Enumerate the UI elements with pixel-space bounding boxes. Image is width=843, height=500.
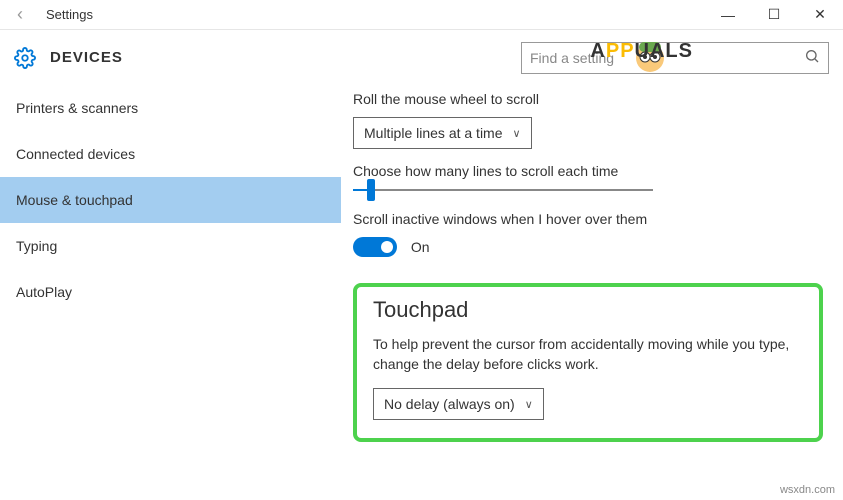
inactive-label: Scroll inactive windows when I hover ove… <box>353 211 823 227</box>
close-button[interactable]: ✕ <box>797 0 843 30</box>
gear-icon <box>14 47 36 69</box>
lines-slider[interactable] <box>353 189 653 191</box>
chevron-down-icon: ∨ <box>513 127 521 140</box>
scroll-dropdown-value: Multiple lines at a time <box>364 125 503 141</box>
back-button[interactable]: ‹ <box>0 4 40 25</box>
touchpad-heading: Touchpad <box>373 297 803 323</box>
minimize-button[interactable]: — <box>705 0 751 30</box>
touchpad-description: To help prevent the cursor from accident… <box>373 335 803 374</box>
header: DEVICES Find a setting <box>0 30 843 85</box>
slider-thumb[interactable] <box>367 179 375 201</box>
touchpad-delay-value: No delay (always on) <box>384 396 515 412</box>
sidebar-item-autoplay[interactable]: AutoPlay <box>0 269 341 315</box>
window-title: Settings <box>40 7 705 22</box>
sidebar: Printers & scanners Connected devices Mo… <box>0 85 341 500</box>
page-title: DEVICES <box>50 49 521 66</box>
chevron-down-icon: ∨ <box>525 398 533 411</box>
attribution: wsxdn.com <box>780 484 835 496</box>
scroll-dropdown[interactable]: Multiple lines at a time ∨ <box>353 117 532 149</box>
toggle-state: On <box>411 239 430 255</box>
sidebar-item-typing[interactable]: Typing <box>0 223 341 269</box>
lines-label: Choose how many lines to scroll each tim… <box>353 163 823 179</box>
sidebar-item-printers[interactable]: Printers & scanners <box>0 85 341 131</box>
scroll-label: Roll the mouse wheel to scroll <box>353 91 823 107</box>
content: Roll the mouse wheel to scroll Multiple … <box>341 85 843 500</box>
titlebar: ‹ Settings — ☐ ✕ <box>0 0 843 30</box>
search-icon <box>804 48 820 67</box>
sidebar-item-connected[interactable]: Connected devices <box>0 131 341 177</box>
watermark: APPUALS <box>590 40 693 63</box>
maximize-button[interactable]: ☐ <box>751 0 797 30</box>
window-controls: — ☐ ✕ <box>705 0 843 30</box>
inactive-toggle[interactable] <box>353 237 397 257</box>
touchpad-delay-dropdown[interactable]: No delay (always on) ∨ <box>373 388 544 420</box>
touchpad-section: Touchpad To help prevent the cursor from… <box>353 283 823 442</box>
sidebar-item-mouse[interactable]: Mouse & touchpad <box>0 177 341 223</box>
